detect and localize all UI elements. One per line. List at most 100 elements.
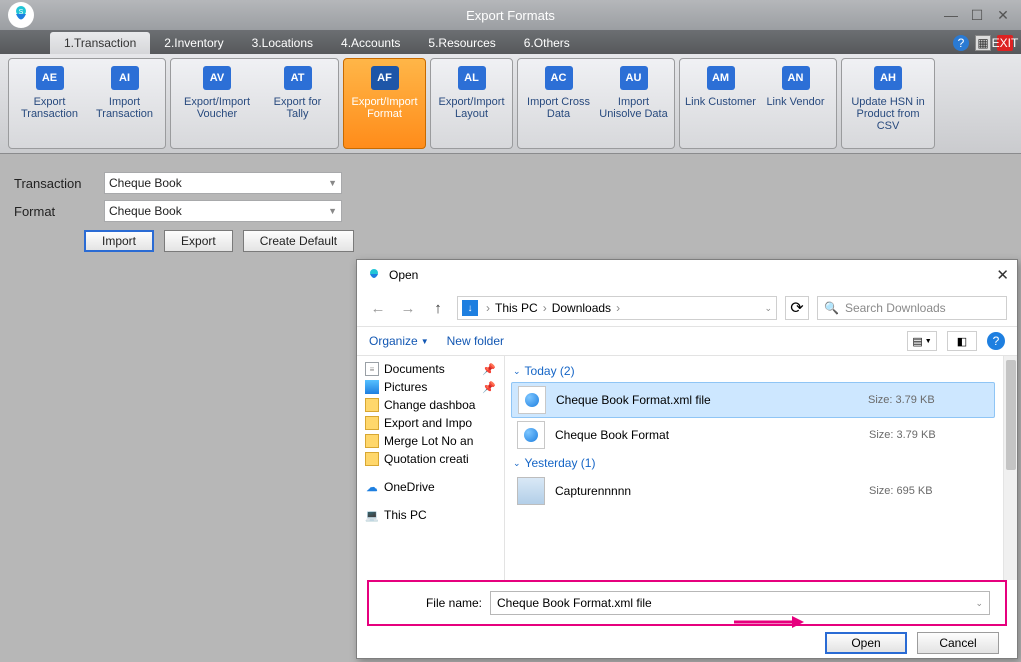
create-default-button[interactable]: Create Default <box>243 230 354 252</box>
file-item[interactable]: Cheque Book FormatSize: 3.79 KB <box>511 418 995 452</box>
import-button[interactable]: Import <box>84 230 154 252</box>
nav-up-button[interactable]: ↑ <box>427 297 449 319</box>
format-select[interactable]: Cheque Book ▼ <box>104 200 342 222</box>
tree-item[interactable]: ≡ Documents 📌 <box>357 360 504 378</box>
pin-icon: 📌 <box>482 381 496 394</box>
ribbon-item-label: Import Transaction <box>89 96 160 120</box>
file-icon <box>517 421 545 449</box>
ribbon-item[interactable]: AHUpdate HSN in Product from CSV <box>845 62 931 145</box>
scrollbar[interactable] <box>1003 356 1017 580</box>
menu-tab[interactable]: 2.Inventory <box>150 32 237 54</box>
folder-icon <box>365 416 379 430</box>
file-item[interactable]: Cheque Book Format.xml fileSize: 3.79 KB <box>511 382 995 418</box>
ribbon-item[interactable]: ANLink Vendor <box>758 62 833 145</box>
breadcrumb[interactable]: ↓ › This PC › Downloads › ⌄ <box>457 296 777 320</box>
search-input[interactable]: 🔍 Search Downloads <box>817 296 1007 320</box>
ribbon-item[interactable]: AC Import Cross Data <box>521 62 596 145</box>
menu-tab[interactable]: 1.Transaction <box>50 32 150 54</box>
ribbon-item[interactable]: AMLink Customer <box>683 62 758 145</box>
open-file-dialog: Open ✕ ← → ↑ ↓ › This PC › Downloads › ⌄… <box>356 259 1018 659</box>
window-title: Export Formats <box>466 8 555 23</box>
menu-tab[interactable]: 3.Locations <box>238 32 327 54</box>
file-name-input[interactable]: Cheque Book Format.xml file ⌄ <box>490 591 990 615</box>
chevron-down-icon[interactable]: ⌄ <box>764 303 772 314</box>
file-group-header[interactable]: ⌄Today (2) <box>511 360 1011 382</box>
doc-icon: ≡ <box>365 362 379 376</box>
organize-menu[interactable]: Organize▼ <box>369 334 429 348</box>
breadcrumb-seg[interactable]: Downloads <box>552 301 611 315</box>
ribbon-item[interactable]: AFExport/Import Format <box>347 62 422 145</box>
file-name-highlight: File name: Cheque Book Format.xml file ⌄ <box>367 580 1007 626</box>
preview-pane-button[interactable]: ◧ <box>947 331 977 351</box>
tree-item[interactable]: Pictures📌 <box>357 378 504 396</box>
new-folder-button[interactable]: New folder <box>447 334 504 348</box>
refresh-button[interactable]: ⟳ <box>785 296 809 320</box>
ribbon-group: AFExport/Import Format <box>343 58 426 149</box>
pin-icon: 📌 <box>482 363 496 376</box>
ribbon-item-label: Import Cross Data <box>523 96 594 120</box>
open-button[interactable]: Open <box>825 632 907 654</box>
ribbon-item[interactable]: ATExport for Tally <box>260 62 335 145</box>
ribbon-item-icon: AU <box>620 66 648 90</box>
search-icon: 🔍 <box>824 301 839 315</box>
ribbon-item[interactable]: AUImport Unisolve Data <box>596 62 671 145</box>
transaction-select[interactable]: Cheque Book ▼ <box>104 172 342 194</box>
ribbon-group: ALExport/Import Layout <box>430 58 513 149</box>
help-icon[interactable]: ? <box>953 35 969 51</box>
menu-tab[interactable]: 5.Resources <box>414 32 509 54</box>
ribbon-item-icon: AV <box>203 66 231 90</box>
export-button[interactable]: Export <box>164 230 233 252</box>
pic-icon <box>365 380 379 394</box>
tree-item[interactable]: Export and Impo <box>357 414 504 432</box>
od-icon: ☁ <box>365 480 379 494</box>
file-name: Cheque Book Format.xml file <box>556 393 868 407</box>
dialog-close-button[interactable]: ✕ <box>996 266 1009 284</box>
chevron-down-icon: ⌄ <box>975 598 983 609</box>
search-placeholder: Search Downloads <box>845 301 946 315</box>
dialog-help-button[interactable]: ? <box>987 332 1005 350</box>
tree-item-label: Documents <box>384 362 445 376</box>
minimize-button[interactable]: — <box>943 7 959 23</box>
ribbon-item[interactable]: AEExport Transaction <box>12 62 87 145</box>
tree-item[interactable]: Quotation creati <box>357 450 504 468</box>
ribbon-item-icon: AH <box>874 66 902 90</box>
ribbon-group: AMLink CustomerANLink Vendor <box>679 58 837 149</box>
pc-icon: 💻 <box>365 508 379 522</box>
ribbon-item-label: Export/Import Layout <box>436 96 507 120</box>
maximize-button[interactable]: ☐ <box>969 7 985 23</box>
tree-item-label: Export and Impo <box>384 416 472 430</box>
close-window-button[interactable]: ✕ <box>995 7 1011 23</box>
tree-item[interactable]: 💻This PC <box>357 506 504 524</box>
menu-tabs: 1.Transaction2.Inventory3.Locations4.Acc… <box>0 30 1021 54</box>
file-item[interactable]: CapturennnnnSize: 695 KB <box>511 474 995 508</box>
form-panel: Transaction Cheque Book ▼ Format Cheque … <box>0 154 1021 270</box>
nav-forward-button[interactable]: → <box>397 297 419 319</box>
ribbon-group: AEExport TransactionAIImport Transaction <box>8 58 166 149</box>
breadcrumb-seg[interactable]: This PC <box>495 301 538 315</box>
view-mode-button[interactable]: ▤▼ <box>907 331 937 351</box>
app-logo: S <box>8 2 34 28</box>
cancel-button[interactable]: Cancel <box>917 632 999 654</box>
ribbon-item[interactable]: AIImport Transaction <box>87 62 162 145</box>
menu-tab[interactable]: 4.Accounts <box>327 32 414 54</box>
save-shortcut-icon[interactable]: ▦ <box>975 35 991 51</box>
ribbon-item[interactable]: AV Export/Import Voucher <box>174 62 260 145</box>
file-size: Size: 695 KB <box>869 485 989 497</box>
ribbon-item-label: Export/Import Voucher <box>176 96 258 120</box>
ribbon-item-icon: AC <box>545 66 573 90</box>
ribbon-group: AC Import Cross DataAUImport Unisolve Dat… <box>517 58 675 149</box>
tree-item[interactable]: Merge Lot No an <box>357 432 504 450</box>
file-group-header[interactable]: ⌄Yesterday (1) <box>511 452 1011 474</box>
ribbon-item-icon: AN <box>782 66 810 90</box>
tree-item[interactable]: ☁ OneDrive <box>357 478 504 496</box>
ribbon-item-icon: AM <box>707 66 735 90</box>
title-bar: S Export Formats — ☐ ✕ <box>0 0 1021 30</box>
nav-back-button[interactable]: ← <box>367 297 389 319</box>
folder-icon <box>365 452 379 466</box>
ribbon-item[interactable]: ALExport/Import Layout <box>434 62 509 145</box>
tree-item-label: OneDrive <box>384 480 435 494</box>
exit-icon[interactable]: EXIT <box>997 35 1013 51</box>
menu-tab[interactable]: 6.Others <box>510 32 584 54</box>
tree-item[interactable]: Change dashboa <box>357 396 504 414</box>
file-name-label: File name: <box>384 596 482 610</box>
